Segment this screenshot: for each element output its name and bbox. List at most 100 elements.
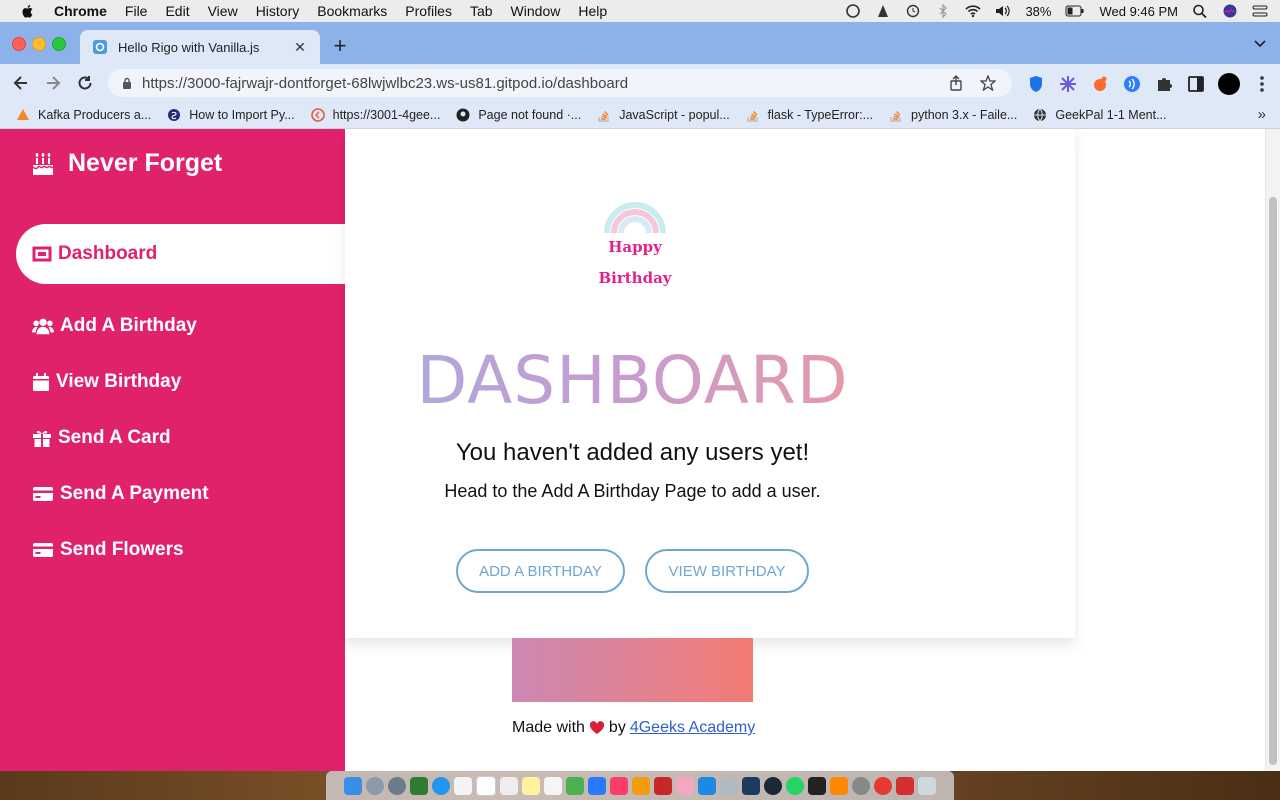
sidebar-item-send-flowers[interactable]: Send Flowers [32,539,184,561]
bookmark-item[interactable]: JavaScript - popul... [597,108,730,122]
preview-icon[interactable] [720,776,738,795]
terminal-icon[interactable] [808,776,826,795]
clock[interactable]: Wed 9:46 PM [1099,4,1178,19]
sidebar-item-send-payment[interactable]: Send A Payment [32,483,209,505]
bookmark-item[interactable]: GeekPal 1-1 Ment... [1033,108,1167,122]
volume-icon[interactable] [995,4,1011,18]
brand[interactable]: Never Forget [32,149,222,178]
share-icon[interactable] [948,75,964,91]
steam-icon[interactable] [764,776,782,795]
launchpad-icon[interactable] [366,776,384,795]
notes-icon[interactable] [522,776,540,795]
stackoverflow-favicon-icon [598,111,609,122]
puzzle-extensions-icon[interactable] [1154,74,1174,94]
vlc-icon[interactable] [875,4,891,18]
bookmark-label: https://3001-4gee... [332,108,441,122]
sidebar-item-view-birthday[interactable]: View Birthday [32,371,181,393]
control-center-icon[interactable] [1252,4,1268,18]
photos-stamp-icon[interactable] [454,776,472,795]
photo-booth-icon[interactable] [654,776,672,795]
profile-avatar[interactable] [1218,73,1240,95]
forward-arrow-icon[interactable] [42,72,64,94]
bookmark-item[interactable]: Page not found ·... [456,108,581,122]
menu-app-name[interactable]: Chrome [54,3,107,19]
bluetooth-icon[interactable] [935,4,951,18]
window-minimize-button[interactable] [32,37,46,51]
bookmark-item[interactable]: https://3001-4gee... [310,108,441,122]
address-bar[interactable]: https://3000-fajrwajr-dontforget-68lwjwl… [108,69,1012,97]
bookmark-item[interactable]: Kafka Producers a... [16,108,151,122]
page-scrollbar[interactable] [1265,129,1280,771]
window-close-button[interactable] [12,37,26,51]
app-grid-icon[interactable] [410,776,428,795]
whatsapp-icon[interactable] [786,776,804,795]
music-icon[interactable] [610,776,628,795]
app-store-icon[interactable] [698,776,716,795]
creative-cloud-icon[interactable] [845,4,861,18]
wifi-icon[interactable] [965,4,981,18]
footer: Made with by 4Geeks Academy [512,719,755,737]
chrome-icon[interactable] [874,776,892,795]
books-icon[interactable] [632,776,650,795]
photos-icon[interactable] [676,776,694,795]
sidebar-item-add-birthday[interactable]: Add A Birthday [32,315,197,337]
chrome-menu-kebab-icon[interactable] [1252,74,1272,94]
footer-4geeks-link[interactable]: 4Geeks Academy [630,719,755,737]
siri-icon[interactable] [1222,4,1238,18]
menu-file[interactable]: File [125,3,148,19]
vscode-icon[interactable] [742,776,760,795]
safari-icon[interactable] [432,776,450,795]
browser-tab-active[interactable]: Hello Rigo with Vanilla.js ✕ [80,30,320,64]
menu-history[interactable]: History [256,3,300,19]
system-compass-icon[interactable] [388,776,406,795]
facetime-icon[interactable] [588,776,606,795]
system-preferences-icon[interactable] [852,776,870,795]
bitwarden-shield-icon[interactable] [1026,74,1046,94]
finder-icon[interactable] [344,776,362,795]
window-zoom-button[interactable] [52,37,66,51]
vlc-dock-icon[interactable] [830,776,848,795]
birthday-cake-icon [32,152,54,175]
bookmarks-overflow-button[interactable]: » [1258,106,1266,123]
bookmark-item[interactable]: How to Import Py... [167,108,295,122]
trash-icon[interactable] [918,776,936,795]
tab-close-icon[interactable]: ✕ [292,39,308,55]
tab-search-chevron-icon[interactable] [1254,40,1266,48]
menu-help[interactable]: Help [578,3,607,19]
orange-extension-icon[interactable] [1090,74,1110,94]
spotlight-search-icon[interactable] [1192,4,1208,18]
kafka-favicon-icon [17,109,29,120]
back-arrow-icon[interactable] [10,72,32,94]
side-panel-icon[interactable] [1186,74,1206,94]
new-tab-button[interactable]: + [330,35,350,57]
sidebar-item-send-card[interactable]: Send A Card [32,427,171,449]
reminders-icon[interactable] [544,776,562,795]
add-birthday-button[interactable]: Add A Birthday [456,549,625,593]
bookmark-item[interactable]: python 3.x - Faile... [889,108,1017,122]
menu-view[interactable]: View [208,3,238,19]
time-machine-icon[interactable] [905,4,921,18]
menu-bookmarks[interactable]: Bookmarks [317,3,387,19]
logo-text-birthday: Birthday [598,269,672,287]
contacts-icon[interactable] [500,776,518,795]
bookmark-item[interactable]: flask - TypeError:... [746,108,873,122]
bookmark-star-icon[interactable] [980,75,996,91]
bookmark-label: flask - TypeError:... [767,108,874,122]
menu-window[interactable]: Window [511,3,561,19]
apple-logo-icon[interactable] [20,3,36,19]
acrobat-icon[interactable] [896,776,914,795]
battery-icon[interactable] [1065,4,1085,18]
menu-profiles[interactable]: Profiles [405,3,452,19]
menu-tab[interactable]: Tab [470,3,493,19]
snowflake-extension-icon[interactable] [1058,74,1078,94]
view-birthday-button[interactable]: View Birthday [645,549,809,593]
sidebar-item-dashboard[interactable]: Dashboard [16,224,345,284]
calendar-app-icon[interactable] [476,775,496,796]
reload-icon[interactable] [74,72,96,94]
blue-extension-icon[interactable] [1122,74,1142,94]
url-text[interactable]: https://3000-fajrwajr-dontforget-68lwjwl… [142,75,948,92]
scrollbar-thumb[interactable] [1269,197,1277,765]
messages-icon[interactable] [566,776,584,795]
lock-icon[interactable] [122,77,132,89]
menu-edit[interactable]: Edit [165,3,189,19]
